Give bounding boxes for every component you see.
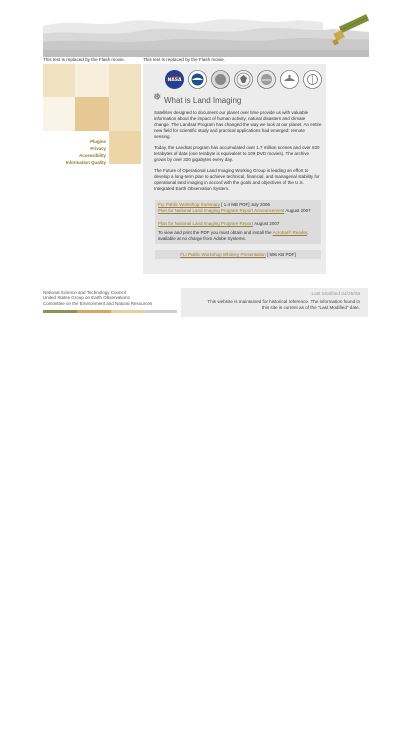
interior-seal-icon[interactable] xyxy=(257,70,276,89)
historical-note-line-2: this site is current as of the "Last Mod… xyxy=(262,305,360,311)
nasa-logo-icon[interactable]: NASA xyxy=(165,70,184,89)
working-group-paragraph: The Future of Operational Land Imaging W… xyxy=(154,168,320,192)
nav-link-plugins[interactable]: Plugins xyxy=(43,138,106,145)
announcement-link[interactable]: Plan for National Land Imaging Program R… xyxy=(158,208,284,213)
footer-org-cenr: Committee on the Environment and Natural… xyxy=(43,300,153,306)
report-link[interactable]: Plan for National Land Imaging Program R… xyxy=(158,221,253,226)
whitney-presentation-link[interactable]: FLI Public Workshop Whitney Presentation xyxy=(180,252,265,257)
usgs-globe-icon[interactable] xyxy=(303,70,322,89)
whitney-box: FLI Public Workshop Whitney Presentation… xyxy=(155,250,321,259)
documents-box: FLI Public Workshop Summary [ 1.4 MB PDF… xyxy=(155,200,321,244)
usgs-seal-icon[interactable] xyxy=(211,70,230,89)
left-nav: Plugins Privacy Accessibility Informatio… xyxy=(43,138,106,166)
acrobat-note: To view and print the PDF you must obtai… xyxy=(158,230,318,242)
footer-orgs: National Science and Technology Council … xyxy=(43,290,152,306)
footer-note-panel: Last Modified 04/29/08 This website is m… xyxy=(181,288,368,317)
intro-paragraph: Satellites designed to document our plan… xyxy=(154,110,322,140)
acrobat-pre: To view and print the PDF you must obtai… xyxy=(158,230,272,235)
dod-seal-icon[interactable] xyxy=(234,70,253,89)
report-date: August 2007 xyxy=(254,221,280,226)
whitney-meta: [ 596 KB PDF] xyxy=(266,252,296,257)
announcement-date: August 2007 xyxy=(285,208,311,213)
last-modified: Last Modified 04/29/08 xyxy=(311,292,360,297)
snowflake-icon: ❅ xyxy=(153,92,162,103)
noaa-seal-icon[interactable] xyxy=(188,70,207,89)
landsat-archive-paragraph: Today, the Landsat program has accumulat… xyxy=(154,145,320,163)
svg-text:NASA: NASA xyxy=(168,77,182,83)
flash-placeholder-left: This text is replaced by the Flash movie… xyxy=(43,57,125,62)
header-banner xyxy=(43,12,369,57)
footer-color-bar xyxy=(43,310,177,313)
acrobat-reader-link[interactable]: Acrobat® Reader xyxy=(273,230,308,235)
historical-note: This website is maintained for historica… xyxy=(190,299,360,311)
agriculture-seal-icon[interactable] xyxy=(280,70,299,89)
section-heading: ❅ What is Land Imaging xyxy=(153,92,323,106)
summary-line: FLI Public Workshop Summary [ 1.4 MB PDF… xyxy=(158,202,318,208)
report-line: Plan for National Land Imaging Program R… xyxy=(158,221,318,227)
nav-link-information-quality[interactable]: Information Quality xyxy=(43,159,106,166)
flash-placeholder-right: This text is replaced by the Flash movie… xyxy=(143,57,225,62)
summary-link[interactable]: FLI Public Workshop Summary xyxy=(158,202,220,207)
nav-link-accessibility[interactable]: Accessibility xyxy=(43,152,106,159)
agency-logo-row: NASA xyxy=(165,70,325,92)
nav-link-privacy[interactable]: Privacy xyxy=(43,145,106,152)
summary-meta: [ 1.4 MB PDF] July 2006 xyxy=(221,202,270,207)
page-title: What is Land Imaging xyxy=(164,96,242,105)
main-panel: NASA ❅ What is Land Imaging Satellites d… xyxy=(143,64,326,274)
announcement-line: Plan for National Land Imaging Program R… xyxy=(158,208,318,214)
